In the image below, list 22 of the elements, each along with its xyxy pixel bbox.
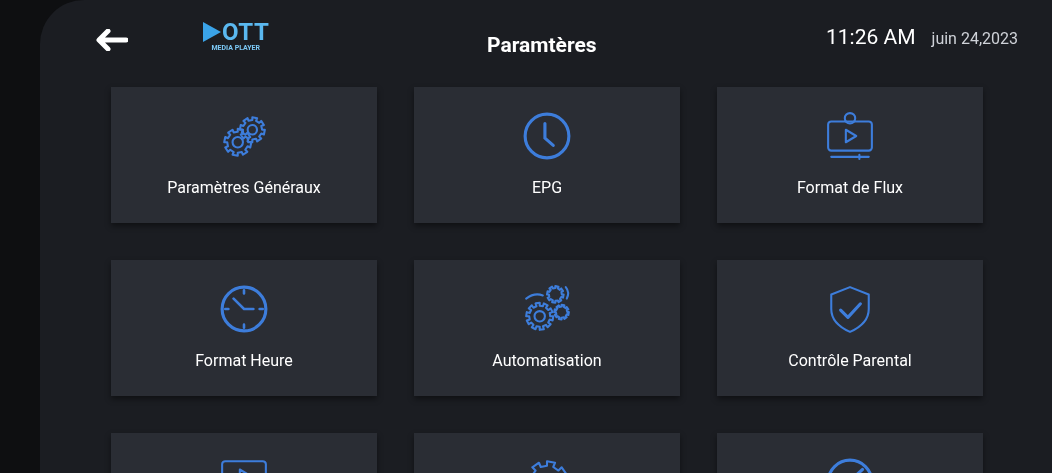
settings-tile[interactable]: Contrôle Parental (717, 260, 983, 396)
settings-tile[interactable]: Paramètres Généraux (111, 87, 377, 223)
tile-label: Automatisation (492, 350, 602, 372)
tile-label: Contrôle Parental (788, 350, 912, 372)
settings-tile[interactable]: Format de Flux (717, 87, 983, 223)
date-text: juin 24,2023 (931, 27, 1018, 50)
tile-label: Format Heure (195, 350, 293, 372)
clock-icon (522, 111, 572, 161)
page-title: Paramtères (487, 32, 597, 59)
tile-label: Paramètres Généraux (167, 177, 321, 199)
logo-text: OTT (222, 19, 270, 44)
tv-icon (825, 111, 875, 161)
settings-tile[interactable]: EPG (414, 87, 680, 223)
tile-label: EPG (531, 177, 563, 199)
clock-icon (219, 284, 269, 334)
play-logo-icon (202, 20, 222, 43)
back-arrow-icon[interactable] (96, 28, 128, 51)
tile-label: Format de Flux (796, 177, 904, 199)
gears-icon (522, 284, 572, 334)
settings-tile[interactable]: Automatisation (414, 260, 680, 396)
settings-tile[interactable]: Format Heure (111, 260, 377, 396)
clock-time: 11:26 AM (826, 23, 916, 51)
